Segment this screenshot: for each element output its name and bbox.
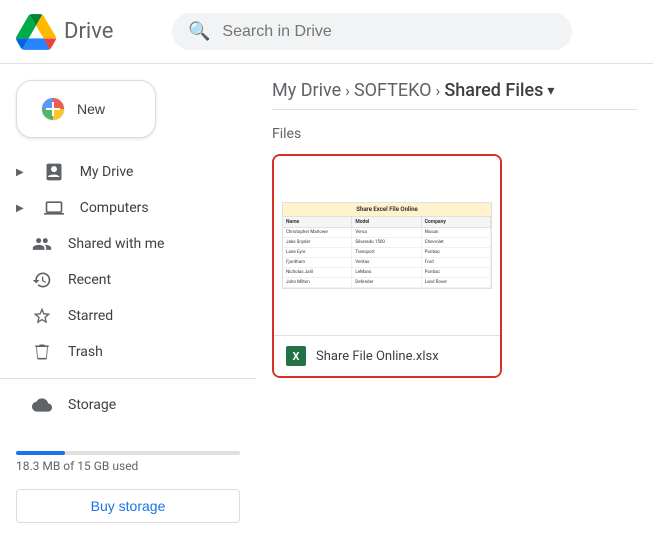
new-button-label: New (77, 101, 105, 117)
excel-data-row: Christopher MarloweVersaNissan (283, 228, 491, 238)
logo-text: Drive (64, 19, 113, 44)
sidebar-item-starred[interactable]: Starred (0, 298, 240, 334)
excel-preview-table: Share Excel File Online Name Model Compa… (282, 202, 492, 289)
sidebar-item-computers[interactable]: ▶ Computers (0, 190, 240, 226)
breadcrumb: My Drive › SOFTEKO › Shared Files ▾ (272, 64, 637, 110)
sidebar-item-recent[interactable]: Recent (0, 262, 240, 298)
sidebar-item-shared-with-me[interactable]: Shared with me (0, 226, 240, 262)
search-input[interactable] (222, 23, 556, 41)
file-card[interactable]: Share Excel File Online Name Model Compa… (272, 154, 502, 378)
storage-bar-fill (16, 451, 65, 455)
recent-icon (32, 270, 52, 290)
breadcrumb-my-drive[interactable]: My Drive (272, 80, 341, 101)
file-info: X Share File Online.xlsx (274, 336, 500, 376)
file-name: Share File Online.xlsx (316, 349, 439, 364)
sidebar-item-trash-label: Trash (68, 344, 103, 360)
storage-bar-background (16, 451, 240, 455)
main-layout: New ▶ My Drive ▶ Computers Shared with m… (0, 64, 653, 539)
sidebar-item-shared-label: Shared with me (68, 236, 164, 252)
expand-arrow-icon: ▶ (16, 167, 24, 178)
search-bar[interactable]: 🔍 (172, 13, 572, 50)
excel-preview-title: Share Excel File Online (283, 203, 491, 217)
buy-storage-button[interactable]: Buy storage (16, 489, 240, 523)
my-drive-icon (44, 162, 64, 182)
sidebar-item-trash[interactable]: Trash (0, 334, 240, 370)
excel-data-row: John MiltonDefenderLand Rover (283, 278, 491, 288)
excel-data-row: FjordhamVeritasFord (283, 258, 491, 268)
sidebar-item-my-drive-label: My Drive (80, 164, 134, 180)
excel-data-cell: John Milton (283, 278, 352, 287)
breadcrumb-shared-files: Shared Files (444, 80, 543, 101)
trash-icon (32, 342, 52, 362)
sidebar-item-recent-label: Recent (68, 272, 111, 288)
breadcrumb-separator-1: › (345, 81, 350, 100)
excel-data-cell: Fjordham (283, 258, 352, 267)
excel-data-cell: Jake Snyder (283, 238, 352, 247)
excel-data-rows: Christopher MarloweVersaNissanJake Snyde… (283, 228, 491, 288)
excel-header-model: Model (352, 217, 421, 227)
breadcrumb-softeko[interactable]: SOFTEKO (354, 80, 432, 101)
drive-logo-icon (16, 12, 56, 52)
storage-label: Storage (68, 397, 116, 413)
header: Drive 🔍 (0, 0, 653, 64)
search-icon: 🔍 (188, 21, 210, 42)
excel-data-row: Nicholas JalilLeMansPontiac (283, 268, 491, 278)
sidebar-item-my-drive[interactable]: ▶ My Drive (0, 154, 240, 190)
excel-data-cell: Pontiac (422, 248, 491, 257)
excel-data-row: Lane EyreTransportPontiac (283, 248, 491, 258)
shared-icon (32, 234, 52, 254)
excel-data-cell: Nissan (422, 228, 491, 237)
excel-data-cell: LeMans (352, 268, 421, 277)
excel-data-cell: Pontiac (422, 268, 491, 277)
sidebar-item-computers-label: Computers (80, 200, 149, 216)
excel-data-cell: Defender (352, 278, 421, 287)
files-grid: Share Excel File Online Name Model Compa… (272, 154, 637, 378)
excel-header-name: Name (283, 217, 352, 227)
expand-arrow-computers-icon: ▶ (16, 203, 24, 214)
excel-data-cell: Ford (422, 258, 491, 267)
files-section-label: Files (272, 126, 637, 142)
excel-data-cell: Christopher Marlowe (283, 228, 352, 237)
content-area: My Drive › SOFTEKO › Shared Files ▾ File… (256, 64, 653, 539)
storage-used-text: 18.3 MB of 15 GB used (16, 459, 240, 473)
excel-header-row: Name Model Company (283, 217, 491, 228)
storage-icon (32, 395, 52, 415)
sidebar: New ▶ My Drive ▶ Computers Shared with m… (0, 64, 256, 539)
new-plus-icon (41, 97, 65, 121)
new-button[interactable]: New (16, 80, 156, 138)
excel-file-icon: X (286, 346, 306, 366)
breadcrumb-separator-2: › (436, 81, 441, 100)
excel-header-company: Company (422, 217, 491, 227)
excel-data-cell: Nicholas Jalil (283, 268, 352, 277)
sidebar-item-starred-label: Starred (68, 308, 113, 324)
excel-data-cell: Lane Eyre (283, 248, 352, 257)
file-preview: Share Excel File Online Name Model Compa… (274, 156, 500, 336)
excel-data-row: Jake SnyderSilverado 1500Chevrolet (283, 238, 491, 248)
logo-area: Drive (16, 12, 156, 52)
sidebar-item-storage[interactable]: Storage (0, 387, 240, 423)
excel-data-cell: Veritas (352, 258, 421, 267)
excel-data-cell: Versa (352, 228, 421, 237)
sidebar-divider (0, 378, 256, 379)
excel-data-cell: Transport (352, 248, 421, 257)
starred-icon (32, 306, 52, 326)
storage-section: 18.3 MB of 15 GB used (0, 435, 256, 481)
computers-icon (44, 198, 64, 218)
excel-data-cell: Chevrolet (422, 238, 491, 247)
excel-data-cell: Land Rover (422, 278, 491, 287)
excel-data-cell: Silverado 1500 (352, 238, 421, 247)
breadcrumb-dropdown-icon[interactable]: ▾ (547, 83, 554, 99)
breadcrumb-current: Shared Files ▾ (444, 80, 554, 101)
